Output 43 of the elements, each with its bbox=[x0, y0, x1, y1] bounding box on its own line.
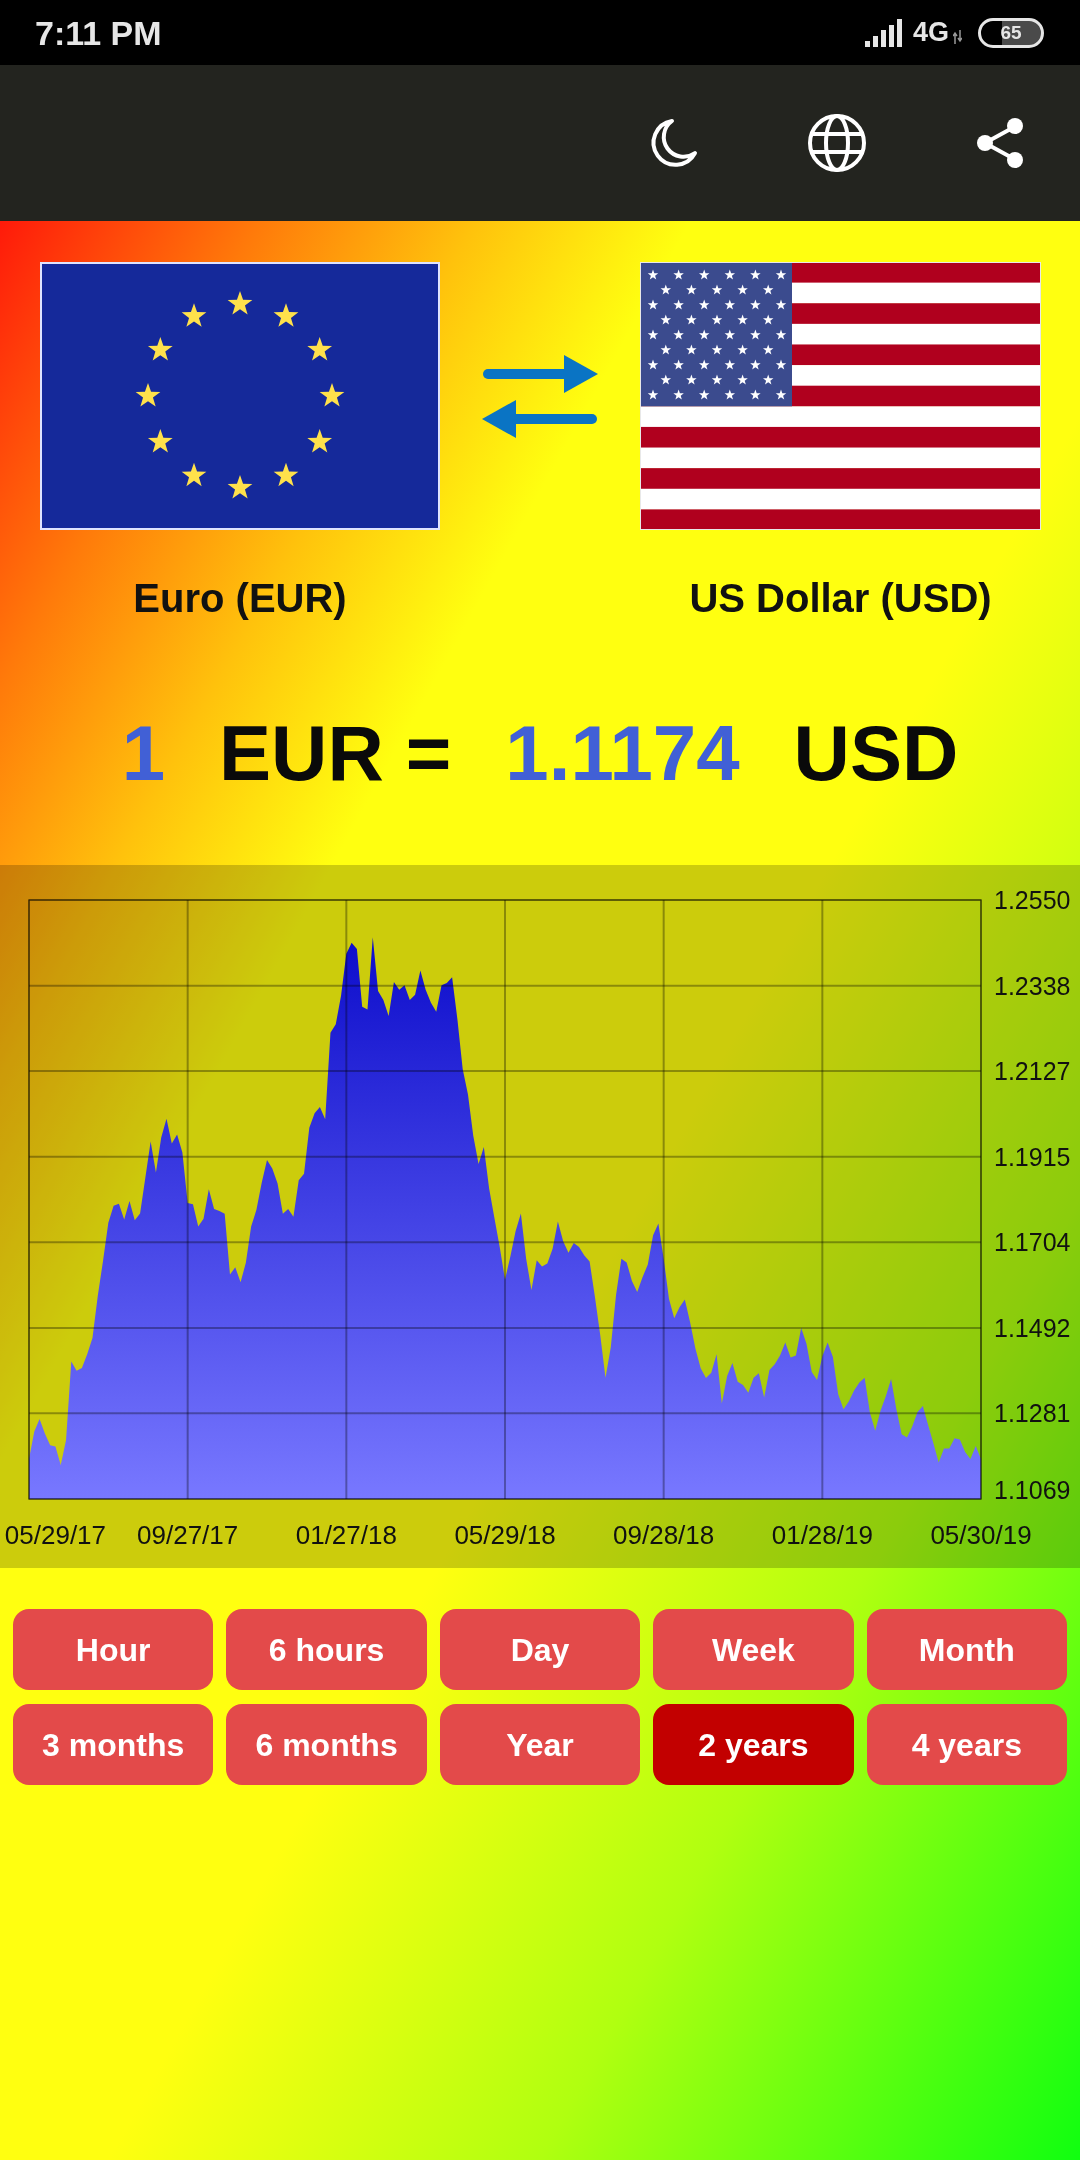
y-axis-label: 1.2338 bbox=[994, 971, 1071, 1000]
equals-sign: = bbox=[405, 708, 452, 798]
currency-name: Euro (EUR) bbox=[133, 575, 347, 622]
us-flag-icon[interactable] bbox=[640, 262, 1041, 530]
period-button[interactable]: 2 years bbox=[653, 1704, 854, 1785]
x-axis-label: 01/28/19 bbox=[771, 1520, 873, 1550]
period-button[interactable]: Hour bbox=[13, 1609, 214, 1690]
period-button[interactable]: 4 years bbox=[866, 1704, 1067, 1785]
x-axis-label: 01/27/18 bbox=[295, 1520, 397, 1550]
currency-name: US Dollar (USD) bbox=[689, 575, 992, 622]
network-type: 4G bbox=[912, 19, 949, 46]
period-button[interactable]: Month bbox=[866, 1609, 1067, 1690]
data-activity-icon bbox=[953, 29, 962, 44]
y-axis-label: 1.1915 bbox=[994, 1142, 1071, 1171]
signal-icon bbox=[864, 18, 905, 47]
y-axis-label: 1.1492 bbox=[994, 1313, 1071, 1342]
share-icon[interactable] bbox=[976, 118, 1024, 168]
currency-code: USD bbox=[793, 708, 959, 798]
battery-indicator: 65 bbox=[978, 17, 1044, 48]
moon-icon[interactable] bbox=[648, 118, 698, 168]
y-axis-label: 1.1704 bbox=[994, 1228, 1071, 1257]
x-axis-label: 05/30/19 bbox=[930, 1520, 1032, 1550]
amount-value: 1 bbox=[121, 708, 166, 798]
swap-icon[interactable] bbox=[482, 354, 598, 438]
y-axis-label: 1.1069 bbox=[994, 1476, 1071, 1504]
period-button[interactable]: Day bbox=[439, 1609, 641, 1690]
period-button[interactable]: 6 hours bbox=[226, 1609, 427, 1690]
eu-flag-icon[interactable] bbox=[40, 262, 440, 530]
period-button[interactable]: 6 months bbox=[226, 1704, 427, 1785]
globe-icon[interactable] bbox=[808, 114, 866, 172]
x-axis-label: 09/28/18 bbox=[613, 1520, 715, 1550]
currency-code: EUR bbox=[219, 708, 384, 798]
x-axis-label: 05/29/18 bbox=[454, 1520, 556, 1550]
status-time: 7:11 PM bbox=[35, 15, 162, 50]
rate-value: 1.1174 bbox=[505, 708, 740, 798]
y-axis-label: 1.2127 bbox=[994, 1057, 1071, 1086]
period-button[interactable]: 3 months bbox=[13, 1704, 214, 1785]
y-axis-label: 1.2550 bbox=[994, 886, 1071, 914]
period-button[interactable]: Year bbox=[439, 1704, 641, 1785]
x-axis-label: 05/29/17 bbox=[4, 1520, 107, 1550]
y-axis-label: 1.1281 bbox=[994, 1399, 1071, 1428]
x-axis-label: 09/27/17 bbox=[137, 1520, 239, 1550]
period-button[interactable]: Week bbox=[653, 1609, 854, 1690]
